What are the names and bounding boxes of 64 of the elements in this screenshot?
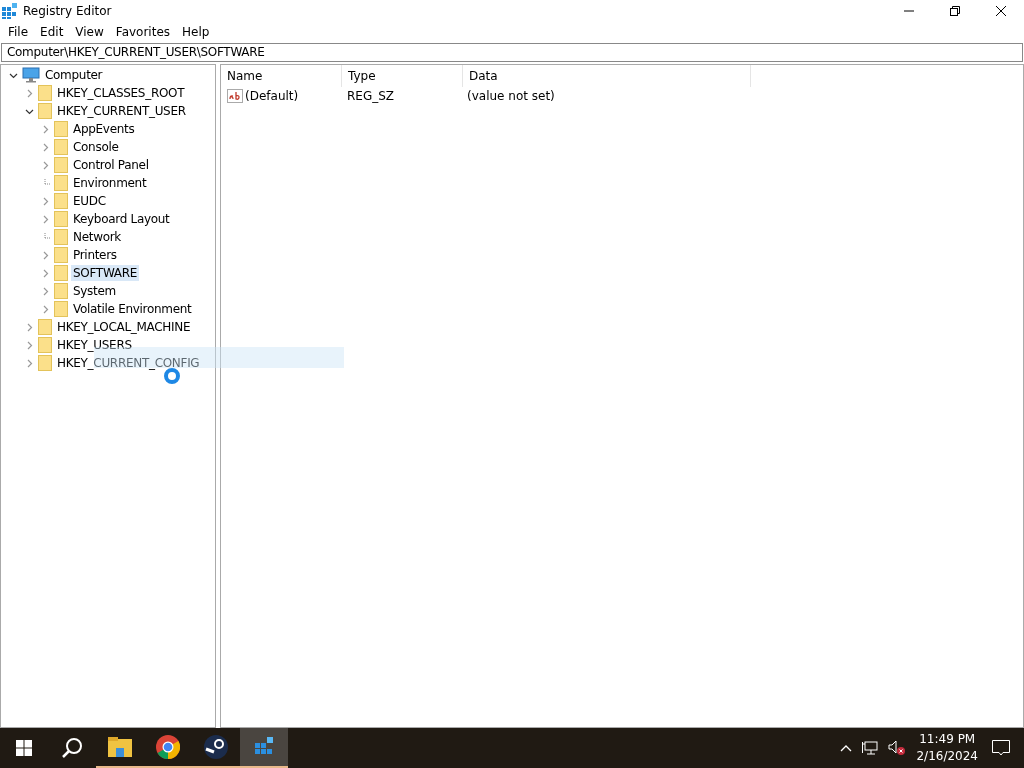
- folder-icon: [54, 247, 68, 263]
- folder-icon: [38, 337, 52, 353]
- string-value-icon: [227, 89, 243, 103]
- tree-item[interactable]: HKEY_CURRENT_CONFIG: [55, 355, 202, 371]
- tree-item[interactable]: Printers: [71, 247, 119, 263]
- menu-item[interactable]: Help: [176, 25, 216, 39]
- folder-icon: [54, 121, 68, 137]
- browser-icon: [156, 735, 180, 759]
- tree-item[interactable]: Control Panel: [71, 157, 151, 173]
- tree-item[interactable]: Keyboard Layout: [71, 211, 172, 227]
- network-icon[interactable]: [862, 741, 879, 755]
- folder-icon: [54, 265, 68, 281]
- folder-icon: [54, 301, 68, 317]
- tree-item[interactable]: System: [71, 283, 118, 299]
- tree-item[interactable]: AppEvents: [71, 121, 137, 137]
- tree-item[interactable]: HKEY_CLASSES_ROOT: [55, 85, 187, 101]
- menu-item[interactable]: Favorites: [109, 25, 177, 39]
- clock-time: 11:49 PM: [919, 731, 976, 748]
- restore-icon: [950, 6, 960, 16]
- folder-icon: [38, 85, 52, 101]
- chevron-up-icon[interactable]: [840, 744, 853, 752]
- menu-item[interactable]: File: [2, 25, 35, 39]
- menu-item[interactable]: Edit: [34, 25, 70, 39]
- tree-item[interactable]: HKEY_CURRENT_USER: [55, 103, 188, 119]
- folder-icon: [54, 211, 68, 227]
- folder-icon: [38, 355, 52, 371]
- window-title: Registry Editor: [23, 4, 112, 18]
- tree-item[interactable]: Volatile Environment: [71, 301, 194, 317]
- tree-item[interactable]: SOFTWARE: [71, 265, 140, 281]
- column-header[interactable]: Type: [342, 65, 463, 87]
- tree-item[interactable]: Environment: [71, 175, 149, 191]
- game-icon: [204, 735, 228, 759]
- value-type: REG_SZ: [346, 89, 396, 103]
- value-data: (value not set): [466, 89, 556, 103]
- folder-icon: [54, 139, 68, 155]
- value-name[interactable]: (Default): [245, 89, 299, 103]
- folder-icon: [54, 229, 68, 245]
- speaker-muted-icon[interactable]: [888, 740, 907, 756]
- notifications-icon[interactable]: [992, 740, 1010, 756]
- windows-logo-icon: [16, 740, 32, 756]
- address-field[interactable]: Computer\HKEY_CURRENT_USER\SOFTWARE: [1, 43, 1023, 62]
- tree-item[interactable]: HKEY_USERS: [55, 337, 134, 353]
- menu-item[interactable]: View: [69, 25, 110, 39]
- tree-item[interactable]: Computer: [43, 67, 105, 83]
- folder-icon: [108, 737, 132, 757]
- clock[interactable]: 11:49 PM 2/16/2024: [916, 731, 978, 765]
- tree-item[interactable]: Console: [71, 139, 121, 155]
- registry-icon: [2, 3, 18, 19]
- folder-icon: [54, 157, 68, 173]
- folder-icon: [54, 175, 68, 191]
- folder-icon: [54, 193, 68, 209]
- clock-date: 2/16/2024: [916, 748, 978, 765]
- search-icon: [61, 737, 83, 759]
- registry-app-button[interactable]: [240, 728, 288, 768]
- folder-icon: [38, 319, 52, 335]
- column-header[interactable]: Data: [463, 65, 751, 87]
- tree-item[interactable]: EUDC: [71, 193, 108, 209]
- computer-icon: [22, 67, 40, 83]
- folder-icon: [38, 103, 52, 119]
- folder-icon: [54, 283, 68, 299]
- tree-item[interactable]: HKEY_LOCAL_MACHINE: [55, 319, 193, 335]
- column-header[interactable]: Name: [221, 65, 342, 87]
- tree-item[interactable]: Network: [71, 229, 123, 245]
- close-icon: [996, 6, 1006, 16]
